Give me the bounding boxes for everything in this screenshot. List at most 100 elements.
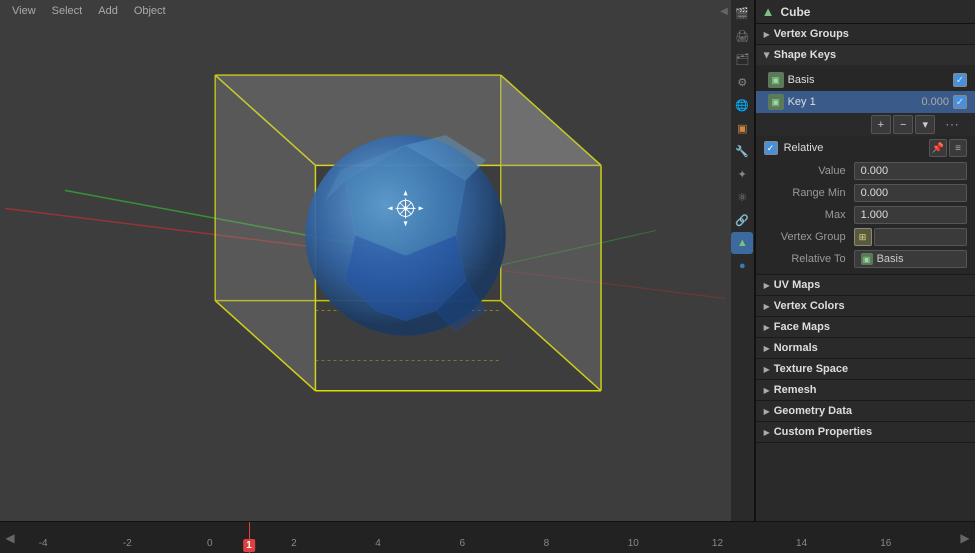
prop-tab-world[interactable]: 🌐 [731, 94, 753, 116]
texture-space-triangle: ▶ [764, 365, 770, 374]
max-row: Max 1.000 [756, 204, 975, 226]
value-field[interactable]: 0.000 [854, 162, 967, 180]
viewport-object-menu[interactable]: Object [128, 4, 172, 18]
remesh-triangle: ▶ [764, 386, 770, 395]
tl-label-14: 14 [796, 538, 807, 549]
geometry-data-header[interactable]: ▶ Geometry Data [756, 401, 975, 421]
tl-label-2: 2 [291, 538, 297, 549]
prop-tab-material[interactable]: ● [731, 255, 753, 277]
properties-right: 🎬 🖨 🗂 ⚙ 🌐 ▣ 🔧 ✦ ⚛ 🔗 ▲ ● ▲ Cube ▶ [731, 0, 975, 521]
prop-tab-output[interactable]: 🖨 [731, 25, 753, 47]
relative-to-icon: ▣ [861, 253, 873, 265]
relative-pin-btn[interactable]: 📌 [929, 139, 947, 157]
shape-key-basis-checkbox[interactable]: ✓ [953, 73, 967, 87]
face-maps-section: ▶ Face Maps [756, 317, 975, 338]
prop-tab-physics[interactable]: ⚛ [731, 186, 753, 208]
max-field[interactable]: 1.000 [854, 206, 967, 224]
relative-to-value: Basis [877, 253, 904, 265]
object-name: Cube [780, 5, 810, 19]
shape-key-basis-row[interactable]: ▣ Basis ✓ [756, 69, 975, 91]
relative-specials-btn[interactable]: ≡ [949, 139, 967, 157]
vertex-groups-header[interactable]: ▶ Vertex Groups [756, 24, 975, 44]
uv-maps-title: UV Maps [774, 279, 820, 291]
custom-properties-header[interactable]: ▶ Custom Properties [756, 422, 975, 442]
relative-to-label: Relative To [764, 253, 854, 265]
tl-label-10: 10 [628, 538, 639, 549]
vertex-colors-section: ▶ Vertex Colors [756, 296, 975, 317]
custom-properties-title: Custom Properties [774, 426, 872, 438]
shape-key-key1-name: Key 1 [788, 96, 905, 108]
shape-key-basis-icon: ▣ [768, 72, 784, 88]
uv-maps-section: ▶ UV Maps [756, 275, 975, 296]
remesh-header[interactable]: ▶ Remesh [756, 380, 975, 400]
prop-tab-render[interactable]: 🎬 [731, 2, 753, 24]
relative-to-field[interactable]: ▣ Basis [854, 250, 967, 268]
shape-keys-content: ▣ Basis ✓ ▣ Key 1 0.000 ✓ [756, 65, 975, 274]
uv-maps-triangle: ▶ [764, 281, 770, 290]
vertex-group-grid-icon: ⊞ [854, 228, 872, 246]
tl-label-neg4: -4 [39, 538, 48, 549]
normals-title: Normals [774, 342, 818, 354]
prop-tab-scene[interactable]: ⚙ [731, 71, 753, 93]
normals-header[interactable]: ▶ Normals [756, 338, 975, 358]
prop-tab-object[interactable]: ▣ [731, 117, 753, 139]
shape-keys-header[interactable]: ▶ Shape Keys [756, 45, 975, 65]
shape-keys-triangle: ▶ [762, 52, 771, 58]
range-min-field[interactable]: 0.000 [854, 184, 967, 202]
viewport-select-menu[interactable]: Select [46, 4, 89, 18]
texture-space-header[interactable]: ▶ Texture Space [756, 359, 975, 379]
range-min-row: Range Min 0.000 [756, 182, 975, 204]
shape-key-add-btn[interactable]: + [871, 115, 891, 134]
viewport-add-menu[interactable]: Add [92, 4, 124, 18]
shape-key-key1-icon: ▣ [768, 94, 784, 110]
viewport-view-menu[interactable]: View [6, 4, 42, 18]
timeline-right-arrow[interactable]: ▶ [955, 531, 975, 545]
relative-checkbox[interactable]: ✓ [764, 141, 778, 155]
main-area: View Select Add Object [0, 0, 975, 521]
shape-key-menu-btn[interactable]: ▾ [915, 115, 935, 134]
texture-space-section: ▶ Texture Space [756, 359, 975, 380]
shape-key-remove-btn[interactable]: − [893, 115, 913, 134]
tl-label-6: 6 [459, 538, 465, 549]
tl-label-12: 12 [712, 538, 723, 549]
timeline-left-arrow[interactable]: ◀ [0, 531, 20, 545]
remesh-section: ▶ Remesh [756, 380, 975, 401]
range-min-label: Range Min [764, 187, 854, 199]
viewport-header: View Select Add Object [0, 0, 731, 22]
tl-label-0: 0 [207, 538, 213, 549]
vertex-group-field[interactable] [874, 228, 967, 246]
tl-label-8: 8 [544, 538, 550, 549]
timeline-track[interactable]: -4 -2 0 2 4 6 8 10 12 14 16 1 [20, 522, 955, 553]
uv-maps-header[interactable]: ▶ UV Maps [756, 275, 975, 295]
prop-tab-modifier[interactable]: 🔧 [731, 140, 753, 162]
shape-key-key1-row[interactable]: ▣ Key 1 0.000 ✓ [756, 91, 975, 113]
shape-key-more-btn[interactable]: ⋯ [937, 115, 967, 134]
value-row: Value 0.000 [756, 160, 975, 182]
texture-space-title: Texture Space [774, 363, 848, 375]
face-maps-title: Face Maps [774, 321, 830, 333]
face-maps-header[interactable]: ▶ Face Maps [756, 317, 975, 337]
timeline-current-frame[interactable]: 1 [243, 539, 255, 552]
relative-row: ✓ Relative 📌 ≡ [756, 136, 975, 160]
vertex-groups-triangle: ▶ [764, 30, 770, 39]
prop-tab-constraints[interactable]: 🔗 [731, 209, 753, 231]
prop-tab-data[interactable]: ▲ [731, 232, 753, 254]
vertex-group-label: Vertex Group [764, 231, 854, 243]
data-icon: ▲ [762, 4, 775, 19]
prop-tab-particles[interactable]: ✦ [731, 163, 753, 185]
max-label: Max [764, 209, 854, 221]
shape-keys-title: Shape Keys [774, 49, 836, 61]
tl-label-neg2: -2 [123, 538, 132, 549]
custom-properties-triangle: ▶ [764, 428, 770, 437]
prop-tab-view-layer[interactable]: 🗂 [731, 48, 753, 70]
viewport: View Select Add Object [0, 0, 731, 521]
value-label: Value [764, 165, 854, 177]
timeline: ◀ -4 -2 0 2 4 6 8 10 12 14 16 1 ▶ [0, 521, 975, 553]
viewport-canvas[interactable] [0, 0, 731, 521]
vertex-colors-header[interactable]: ▶ Vertex Colors [756, 296, 975, 316]
shape-key-controls: + − ▾ ⋯ [756, 113, 975, 136]
shape-key-basis-name: Basis [788, 74, 905, 86]
shape-key-key1-checkbox[interactable]: ✓ [953, 95, 967, 109]
vertex-colors-triangle: ▶ [764, 302, 770, 311]
geometry-data-triangle: ▶ [764, 407, 770, 416]
